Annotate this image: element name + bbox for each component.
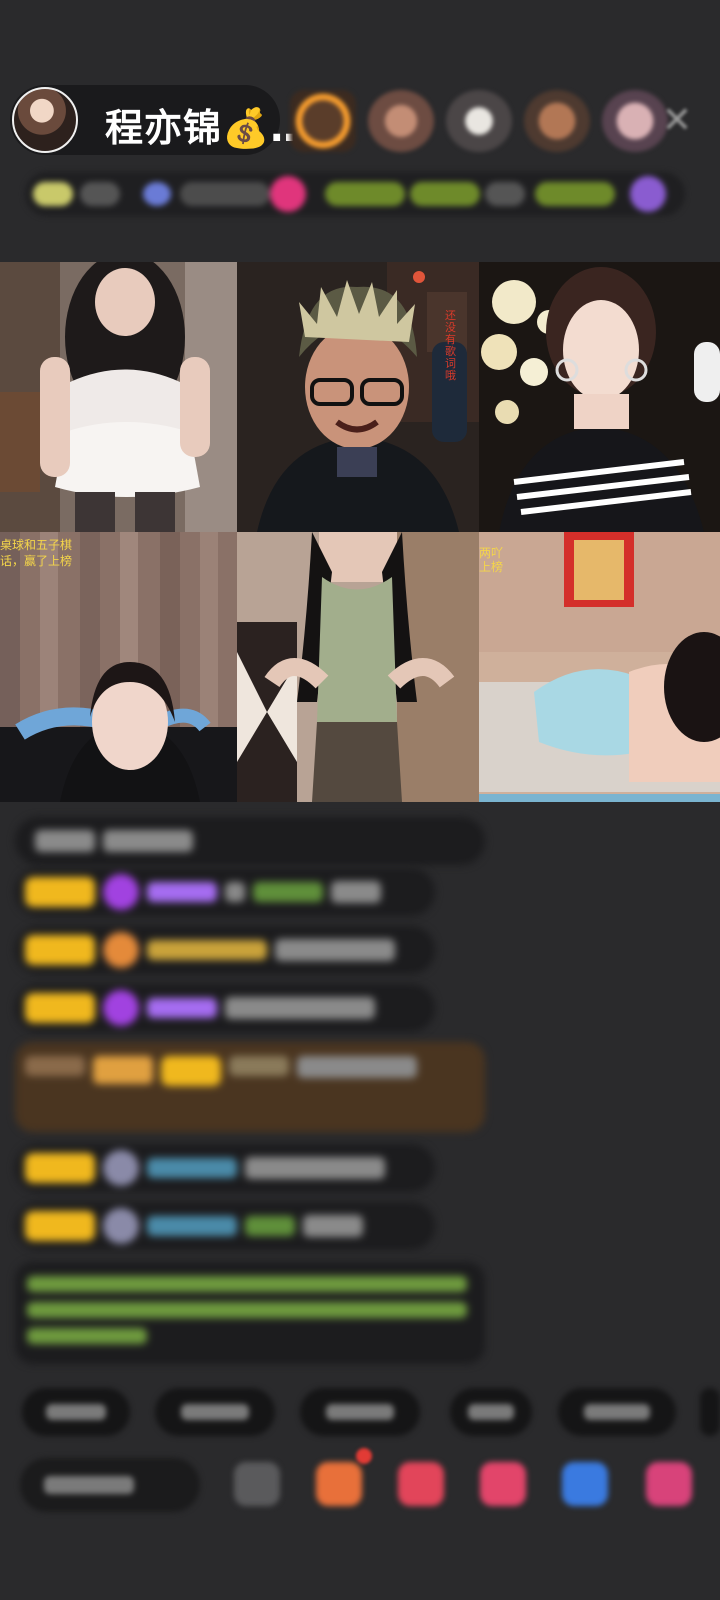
quick-reply-chip[interactable] [300, 1388, 420, 1436]
game-caption-line1: 桌球和五子棋 [0, 538, 73, 552]
streamer-video [0, 262, 237, 532]
viewer-avatar[interactable] [368, 90, 434, 152]
notification-dot [356, 1448, 372, 1464]
co-host-video-grid: 还没有歌词哦 桌球和五子棋 话，赢了上榜 两吖 上榜 [0, 262, 720, 802]
rank-caption-line2: 上榜 [479, 560, 504, 574]
video-tile[interactable]: 桌球和五子棋 话，赢了上榜 [0, 532, 237, 802]
shop-icon[interactable] [316, 1462, 362, 1506]
chat-message[interactable] [15, 817, 485, 865]
lyrics-caption: 还没有歌词哦 [445, 309, 456, 382]
viewer-avatar-list [290, 90, 668, 152]
game-icon[interactable] [480, 1462, 526, 1506]
chat-message[interactable] [15, 926, 435, 974]
video-tile[interactable]: 两吖 上榜 [479, 532, 720, 802]
host-info-pill[interactable]: 程亦锦💰… [10, 85, 308, 155]
video-tile[interactable] [237, 532, 479, 802]
gift-box-icon[interactable] [398, 1462, 444, 1506]
gift-icon[interactable] [646, 1462, 692, 1506]
streamer-video [237, 532, 479, 802]
close-icon[interactable]: ✕ [660, 103, 694, 139]
chat-message[interactable] [15, 868, 435, 916]
system-notice [15, 1262, 485, 1364]
rank-caption-line1: 两吖 [479, 546, 504, 560]
viewer-avatar[interactable] [602, 90, 668, 152]
chat-input[interactable] [20, 1458, 200, 1512]
chat-message[interactable] [15, 984, 435, 1032]
video-tile[interactable] [0, 262, 237, 532]
game-caption-line2: 话，赢了上榜 [0, 554, 73, 568]
video-tile[interactable]: 还没有歌词哦 [237, 262, 479, 532]
streamer-video [237, 262, 479, 532]
streamer-video [0, 532, 237, 802]
streamer-video [479, 262, 720, 532]
chat-message[interactable] [15, 1202, 435, 1250]
quick-reply-chip[interactable] [22, 1388, 130, 1436]
quick-reply-chip[interactable] [558, 1388, 676, 1436]
host-avatar[interactable] [12, 87, 78, 153]
quick-reply-chip[interactable] [450, 1388, 532, 1436]
video-tile[interactable] [479, 262, 720, 532]
streamer-video [479, 532, 720, 802]
quick-reply-chip[interactable] [700, 1388, 720, 1436]
viewer-avatar[interactable] [446, 90, 512, 152]
viewer-avatar[interactable] [524, 90, 590, 152]
chat-message-highlighted[interactable] [15, 1042, 485, 1132]
quick-reply-chip[interactable] [155, 1388, 275, 1436]
host-name: 程亦锦💰… [105, 106, 310, 150]
emoji-icon[interactable] [234, 1462, 280, 1506]
interact-icon[interactable] [562, 1462, 608, 1506]
viewer-avatar[interactable] [290, 90, 356, 152]
chat-message[interactable] [15, 1144, 435, 1192]
ranking-badge-bar[interactable] [25, 172, 685, 216]
